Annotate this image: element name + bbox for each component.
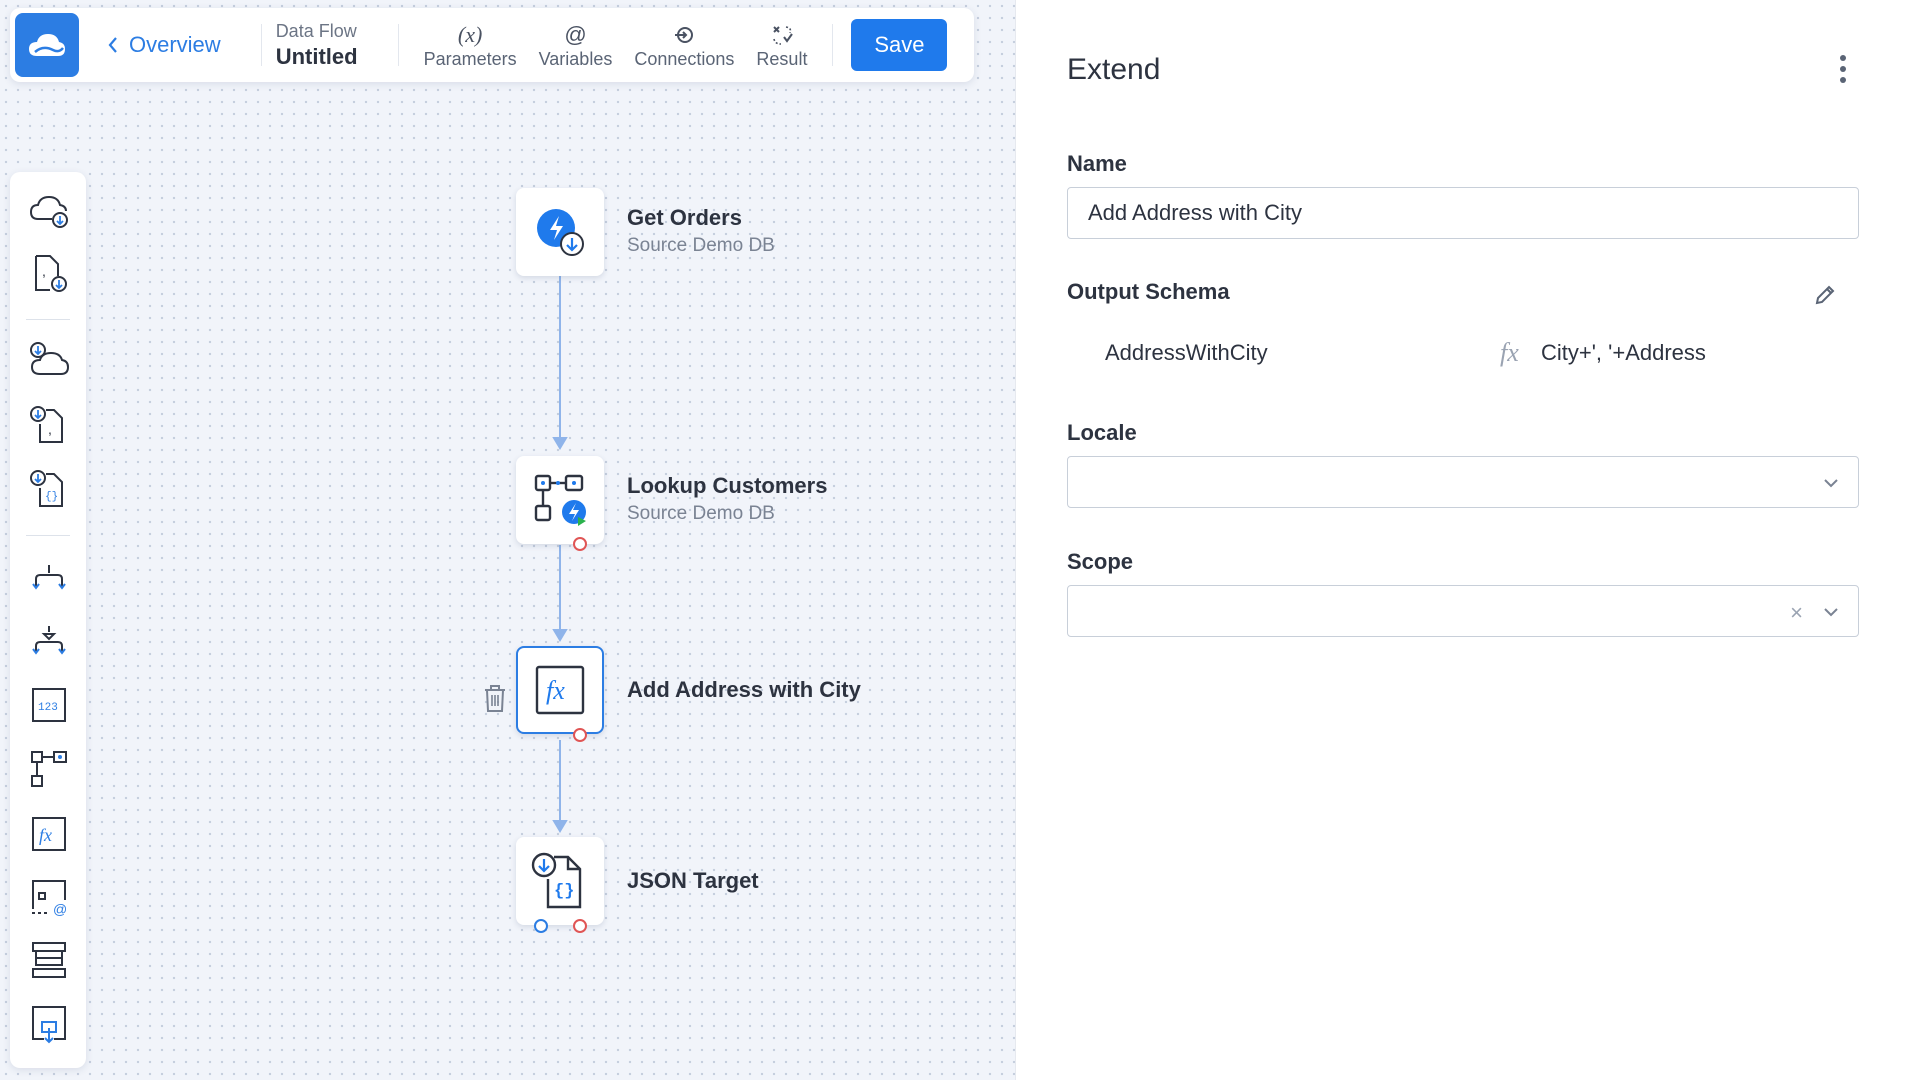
schema-column-name: AddressWithCity [1105, 340, 1268, 365]
svg-text:fx: fx [546, 676, 565, 705]
save-button[interactable]: Save [851, 19, 948, 71]
output-port[interactable] [573, 537, 587, 551]
database-source-icon [537, 209, 584, 256]
properties-panel: Extend Name Output Schema AddressWithCit… [1015, 0, 1913, 1080]
node-lookup-customers[interactable] [516, 456, 604, 544]
cloud-logo-icon [29, 34, 65, 56]
cloud-target-icon[interactable] [28, 340, 70, 382]
json-target-icon: {} [531, 852, 582, 909]
node-add-address-with-city[interactable]: fx [516, 646, 604, 734]
schema-row[interactable]: AddressWithCity fx City+', '+Address [1105, 338, 1825, 372]
chevron-down-icon[interactable] [1822, 474, 1840, 492]
output-schema-label: Output Schema [1067, 279, 1230, 304]
flow-kind-label: Data Flow [275, 20, 357, 41]
name-label: Name [1067, 151, 1127, 176]
connections-button[interactable]: Connections [623, 21, 745, 70]
parameters-icon: (x) [457, 21, 483, 47]
connections-label: Connections [634, 48, 735, 69]
divider [260, 24, 262, 66]
node-add-address-label: Add Address with City [627, 677, 861, 703]
row-count-icon[interactable]: 123 [28, 684, 70, 726]
panel-title: Extend [1067, 53, 1161, 86]
value-icon[interactable]: @ [28, 876, 70, 918]
svg-text:{}: {} [554, 882, 574, 901]
extend-icon: fx [535, 665, 585, 715]
parameters-label: Parameters [423, 48, 517, 69]
lookup-icon [534, 474, 586, 526]
node-lookup-customers-label: Lookup Customers Source Demo DB [627, 473, 827, 525]
locale-label: Locale [1067, 420, 1137, 445]
divider [832, 24, 834, 66]
top-toolbar: Overview Data Flow Untitled (x) Paramete… [10, 8, 974, 82]
svg-text:fx: fx [39, 825, 52, 845]
flow-canvas[interactable]: Overview Data Flow Untitled (x) Paramete… [0, 0, 1015, 1080]
component-palette: , , {} 123 fx @ [10, 172, 86, 1068]
svg-text:{}: {} [45, 491, 58, 503]
svg-text:,: , [48, 421, 52, 437]
locale-select[interactable] [1067, 456, 1859, 508]
buffer-icon[interactable] [28, 1002, 70, 1044]
split-icon[interactable] [28, 557, 70, 599]
node-title: Add Address with City [627, 677, 861, 702]
node-get-orders[interactable] [516, 188, 604, 276]
node-json-target-label: JSON Target [627, 868, 759, 894]
more-options-icon[interactable] [1831, 52, 1855, 86]
result-icon [770, 21, 794, 49]
lookup-icon[interactable] [28, 748, 70, 790]
json-target-icon[interactable]: {} [28, 468, 70, 510]
flow-name[interactable]: Untitled [276, 44, 358, 70]
node-json-target[interactable]: {} [516, 837, 604, 925]
svg-text:@: @ [53, 901, 67, 917]
edit-schema-icon[interactable] [1813, 283, 1837, 312]
input-port[interactable] [534, 919, 548, 933]
node-get-orders-label: Get Orders Source Demo DB [627, 205, 775, 257]
schema-expression[interactable]: City+', '+Address [1541, 340, 1706, 366]
extend-icon[interactable]: fx [28, 813, 70, 855]
back-link-label[interactable]: Overview [129, 32, 221, 58]
edge-arrow [552, 437, 568, 450]
edge-arrow [552, 629, 568, 642]
flow-title: Data Flow Untitled [276, 21, 358, 70]
file-target-icon[interactable]: , [28, 404, 70, 446]
scope-label: Scope [1067, 549, 1134, 574]
merge-icon[interactable] [28, 620, 70, 662]
scope-select[interactable]: × [1067, 585, 1859, 637]
file-source-icon[interactable]: , [28, 252, 70, 294]
node-subtitle: Source Demo DB [627, 503, 775, 524]
chevron-down-icon[interactable] [1822, 603, 1840, 621]
app-logo[interactable] [15, 13, 79, 77]
name-input[interactable] [1067, 187, 1859, 239]
result-button[interactable]: Result [745, 21, 818, 70]
svg-text:123: 123 [38, 702, 58, 714]
output-port[interactable] [573, 728, 587, 742]
connections-icon [673, 21, 695, 49]
variables-icon: @ [564, 21, 587, 47]
svg-text:,: , [42, 263, 46, 279]
back-to-overview-link[interactable]: Overview [107, 32, 221, 58]
node-title: Lookup Customers [627, 473, 828, 498]
toolbar-tools: (x) Parameters @ Variables Connections R… [413, 21, 819, 70]
output-port[interactable] [573, 919, 587, 933]
node-title: Get Orders [627, 205, 742, 230]
variables-label: Variables [538, 48, 613, 69]
flow-edges [552, 276, 568, 833]
cloud-source-icon[interactable] [28, 189, 70, 231]
result-label: Result [756, 48, 808, 69]
palette-divider [26, 535, 70, 536]
node-title: JSON Target [627, 868, 759, 893]
node-subtitle: Source Demo DB [627, 235, 775, 256]
parameters-button[interactable]: (x) Parameters [413, 21, 528, 70]
palette-divider [26, 319, 70, 320]
variables-button[interactable]: @ Variables [528, 21, 624, 70]
table-icon[interactable] [28, 939, 70, 981]
chevron-left-icon [108, 37, 117, 53]
delete-node-icon[interactable] [482, 683, 508, 718]
edge-arrow [552, 820, 568, 833]
clear-icon[interactable]: × [1790, 600, 1803, 626]
divider [397, 24, 399, 66]
fx-icon: fx [1500, 338, 1519, 367]
